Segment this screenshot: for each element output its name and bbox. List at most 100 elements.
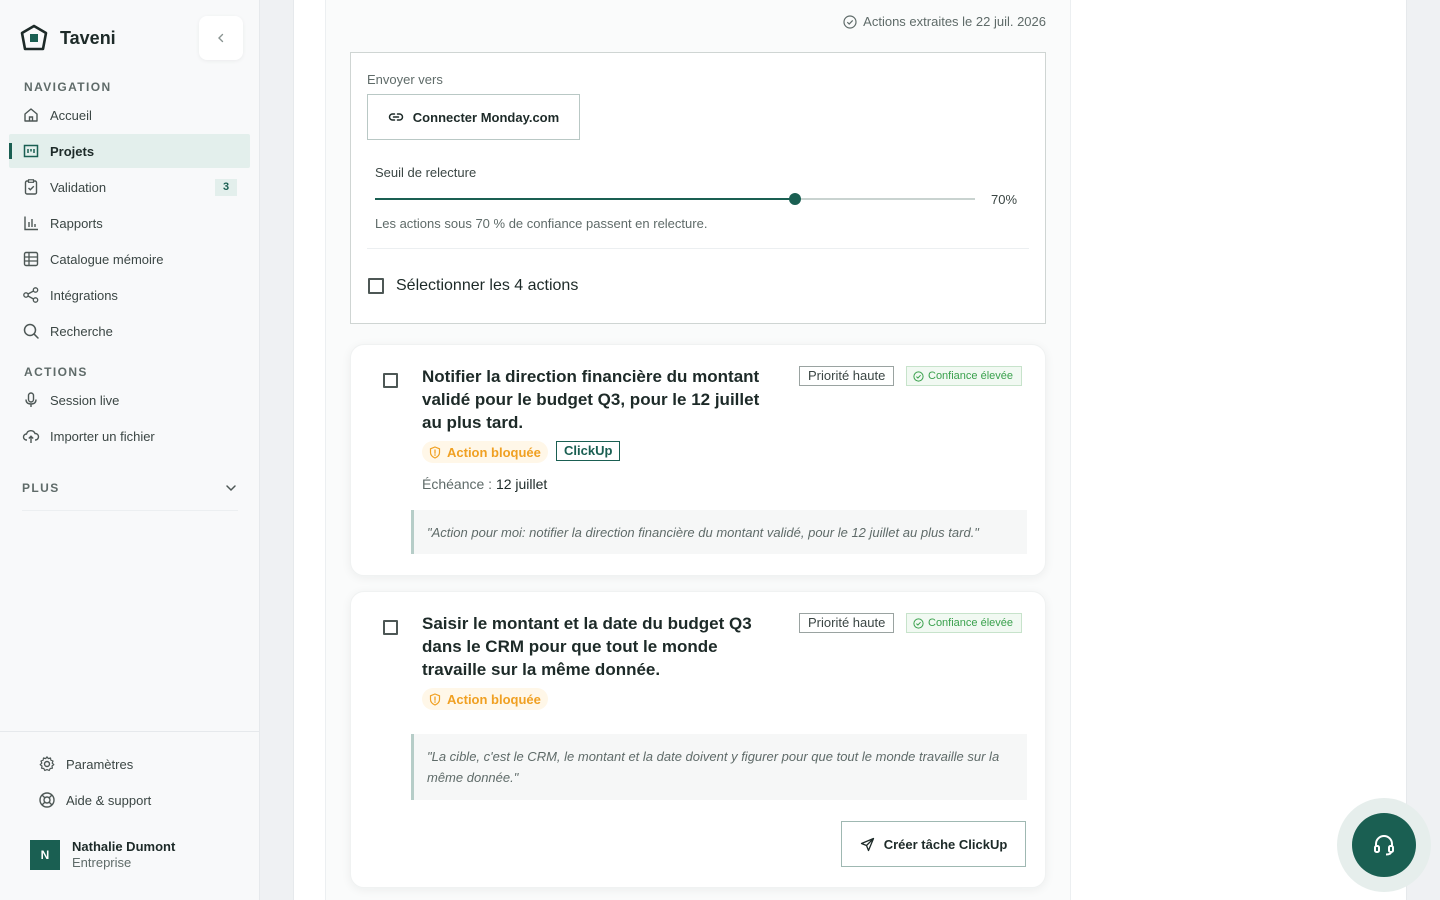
chevron-left-icon [215, 32, 227, 44]
plus-section-label: PLUS [22, 481, 60, 495]
user-name: Nathalie Dumont [72, 839, 176, 854]
create-task-label: Créer tâche ClickUp [883, 836, 1008, 852]
nav-section-label: NAVIGATION [24, 80, 112, 94]
user-profile[interactable]: N Nathalie Dumont Entreprise [30, 839, 175, 870]
due-date: Échéance : 12 juillet [422, 476, 547, 492]
sidebar-item-rapports[interactable]: Rapports [9, 206, 250, 240]
sidebar-item-label: Projets [50, 143, 95, 159]
threshold-slider-fill [375, 198, 795, 200]
clipboard-check-icon [22, 178, 40, 196]
source-quote: "Action pour moi: notifier la direction … [411, 510, 1027, 554]
divider [367, 248, 1029, 249]
send-to-label: Envoyer vers [367, 72, 443, 87]
actions-section-label: ACTIONS [24, 365, 88, 379]
create-clickup-task-button[interactable]: Créer tâche ClickUp [841, 821, 1026, 867]
home-icon [22, 106, 40, 124]
sidebar-item-label: Rapports [50, 215, 103, 231]
status-label: Action bloquée [447, 444, 541, 460]
sidebar-item-importer-fichier[interactable]: Importer un fichier [9, 419, 250, 453]
priority-tag: Priorité haute [799, 366, 895, 386]
sidebar-item-accueil[interactable]: Accueil [9, 98, 250, 132]
sidebar-item-label: Catalogue mémoire [50, 251, 164, 267]
collapse-sidebar-button[interactable] [199, 16, 243, 60]
confidence-label: Confiance élevée [928, 370, 1014, 382]
sidebar-item-integrations[interactable]: Intégrations [9, 278, 250, 312]
due-label: Échéance : [422, 476, 496, 492]
search-icon [22, 322, 40, 340]
shield-alert-icon [429, 445, 441, 459]
sidebar-item-validation[interactable]: Validation 3 [9, 170, 250, 204]
action-checkbox[interactable] [383, 373, 398, 388]
share-nodes-icon [22, 286, 40, 304]
shield-alert-icon [429, 692, 441, 706]
sidebar-item-label: Session live [50, 392, 120, 408]
check-circle-icon [843, 14, 857, 29]
connect-monday-button[interactable]: Connecter Monday.com [367, 94, 580, 140]
select-all-checkbox[interactable]: Sélectionner les 4 actions [368, 277, 578, 295]
extraction-status: Actions extraites le 22 juil. 2026 [843, 14, 1046, 29]
check-circle-icon [913, 617, 924, 629]
action-card: Saisir le montant et la date du budget Q… [350, 591, 1046, 888]
headset-icon [1371, 832, 1397, 858]
threshold-slider-thumb[interactable] [789, 193, 801, 205]
threshold-value: 70% [991, 192, 1018, 207]
checkbox[interactable] [368, 278, 384, 294]
sidebar-item-label: Importer un fichier [50, 428, 155, 444]
status-badge: Action bloquée [422, 688, 548, 710]
confidence-tag: Confiance élevée [906, 613, 1023, 633]
divider [0, 731, 259, 732]
sidebar-item-catalogue-memoire[interactable]: Catalogue mémoire [9, 242, 250, 276]
settings-label: Paramètres [66, 756, 134, 772]
confidence-tag: Confiance élevée [906, 366, 1023, 386]
threshold-slider[interactable] [375, 193, 975, 205]
action-checkbox[interactable] [383, 620, 398, 635]
status-label: Action bloquée [447, 691, 541, 707]
lifebuoy-icon [38, 791, 56, 809]
sidebar: Taveni NAVIGATION Accueil Projets Valida… [0, 0, 260, 900]
sidebar-item-projets[interactable]: Projets [9, 134, 250, 168]
sidebar-item-label: Intégrations [50, 287, 118, 303]
check-circle-icon [913, 370, 924, 382]
cloud-upload-icon [22, 427, 40, 445]
send-panel: Envoyer vers Connecter Monday.com Seuil … [350, 52, 1046, 324]
avatar: N [30, 839, 60, 870]
sidebar-item-label: Recherche [50, 323, 113, 339]
threshold-help-text: Les actions sous 70 % de confiance passe… [375, 216, 708, 231]
help-support-label: Aide & support [66, 792, 152, 808]
threshold-label: Seuil de relecture [375, 165, 477, 180]
sidebar-item-label: Accueil [50, 107, 92, 123]
action-title: Notifier la direction financière du mont… [422, 367, 760, 432]
validation-count-badge: 3 [215, 179, 237, 196]
link-icon [388, 109, 404, 125]
chevron-down-icon [224, 481, 238, 495]
settings-link[interactable]: Paramètres [38, 755, 133, 773]
support-chat-button[interactable] [1352, 813, 1416, 877]
brand[interactable]: Taveni [20, 24, 116, 52]
sidebar-item-recherche[interactable]: Recherche [9, 314, 250, 348]
grid-table-icon [22, 250, 40, 268]
bar-chart-icon [22, 214, 40, 232]
sidebar-item-session-live[interactable]: Session live [9, 383, 250, 417]
action-title: Saisir le montant et la date du budget Q… [422, 614, 752, 679]
taveni-logo-icon [20, 24, 48, 52]
confidence-label: Confiance élevée [928, 617, 1014, 629]
connect-monday-label: Connecter Monday.com [412, 109, 560, 125]
help-support-link[interactable]: Aide & support [38, 791, 151, 809]
divider [22, 510, 238, 511]
user-plan: Entreprise [72, 855, 132, 870]
status-badge: Action bloquée [422, 441, 548, 463]
gear-icon [38, 755, 56, 773]
extraction-date-text: Actions extraites le 22 juil. 2026 [863, 14, 1046, 29]
brand-name: Taveni [60, 27, 116, 48]
microphone-icon [22, 391, 40, 409]
plus-section-toggle[interactable]: PLUS [22, 478, 238, 498]
priority-tag: Priorité haute [799, 613, 895, 633]
send-icon [860, 837, 875, 852]
select-all-label: Sélectionner les 4 actions [396, 277, 579, 294]
sidebar-item-label: Validation [50, 179, 107, 195]
due-value: 12 juillet [495, 476, 548, 492]
tool-tag: ClickUp [556, 441, 621, 461]
action-card: Notifier la direction financière du mont… [350, 344, 1046, 576]
projects-icon [22, 142, 40, 160]
source-quote: "La cible, c'est le CRM, le montant et l… [411, 734, 1027, 800]
